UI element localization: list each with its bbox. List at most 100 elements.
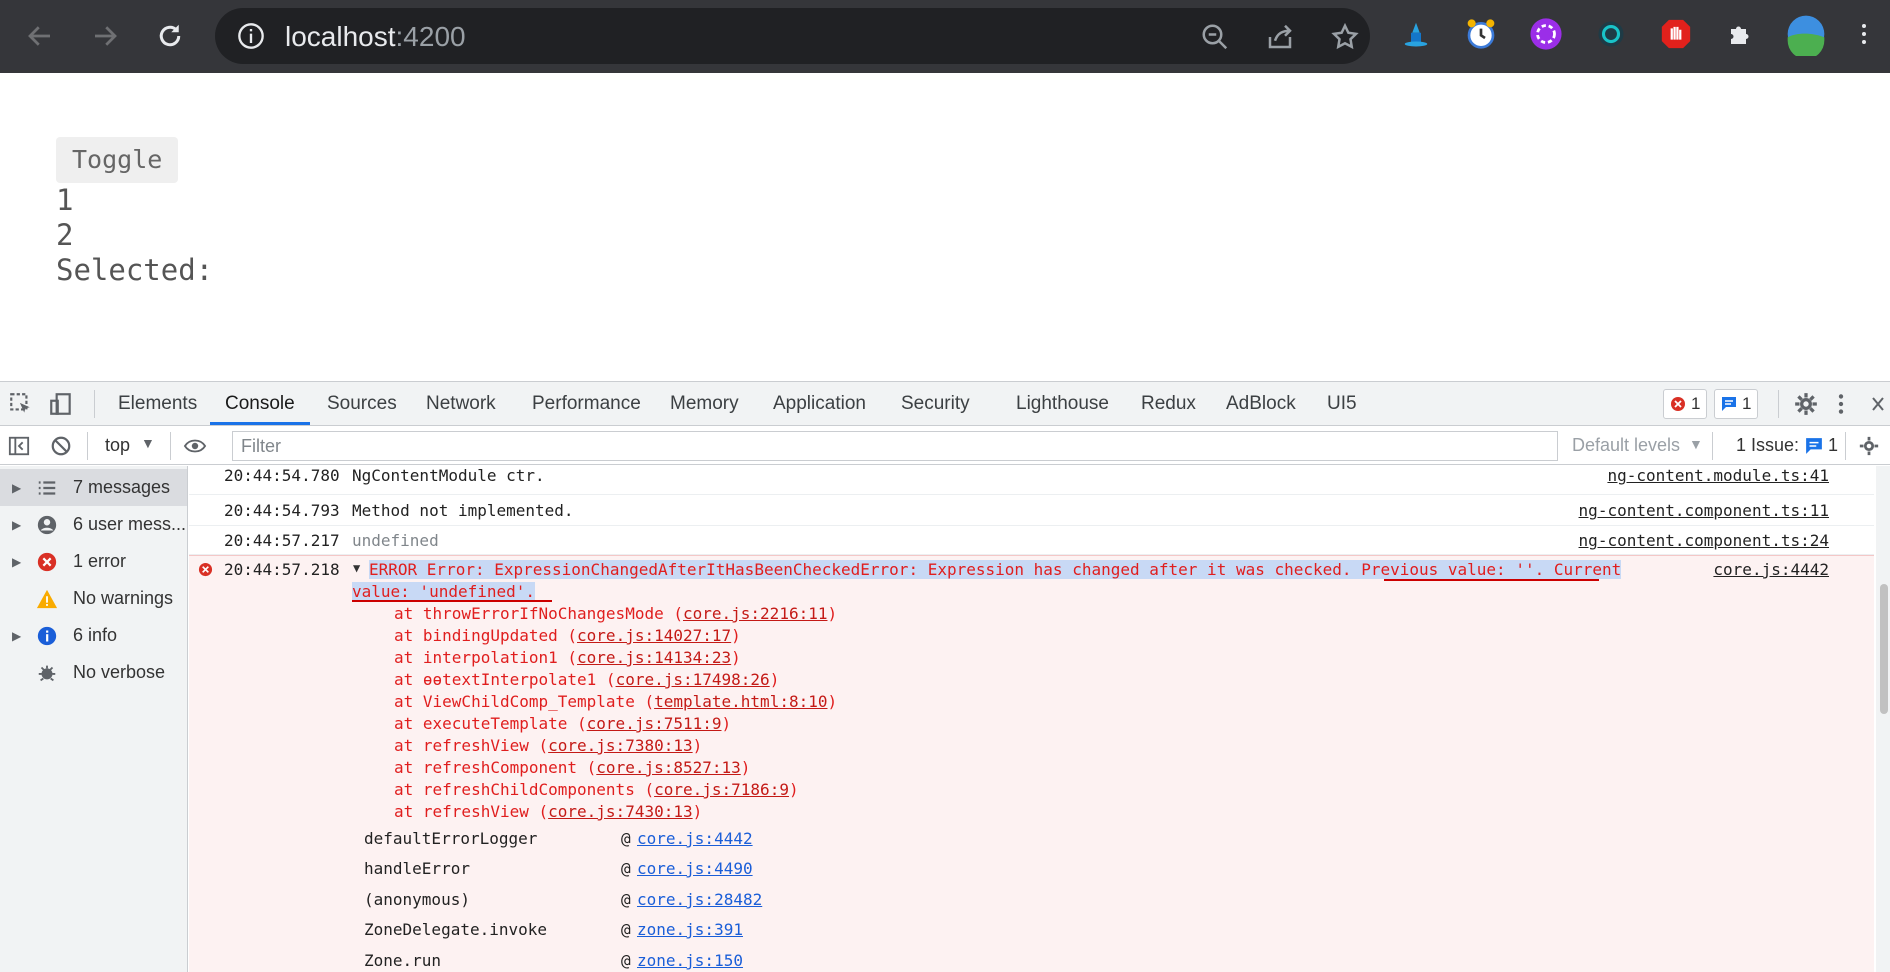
share-icon[interactable] [1265, 22, 1295, 52]
tab-application[interactable]: Application [773, 393, 866, 415]
message-source-link[interactable]: ng-content.component.ts:24 [1579, 531, 1829, 550]
stack-frame: at refreshView (core.js:7380:13) [394, 736, 702, 755]
stack-link[interactable]: core.js:14027:17 [577, 626, 731, 645]
console-output: 20:44:54.780 NgContentModule ctr. ng-con… [189, 466, 1889, 972]
error-text-current: value: 'undefined'. [352, 582, 536, 601]
extension-lighthouse-icon[interactable] [1396, 14, 1436, 54]
extension-teal-icon[interactable] [1591, 14, 1631, 54]
message-count: 1 [1742, 394, 1752, 413]
sidebar-toggle-icon[interactable] [8, 435, 30, 457]
message-source-link[interactable]: ng-content.component.ts:11 [1579, 501, 1829, 520]
stack-end: ) [827, 692, 838, 711]
console-filter-input[interactable] [232, 431, 1558, 461]
extension-clock-icon[interactable] [1461, 14, 1501, 54]
tab-elements[interactable]: Elements [118, 393, 197, 415]
stack-link[interactable]: core.js:14134:23 [577, 648, 731, 667]
filter-divider [170, 432, 171, 460]
expand-arrow-icon[interactable]: ▶ [12, 481, 21, 495]
error-message[interactable]: 20:44:57.218 ▼ ERROR Error: ExpressionCh… [189, 555, 1874, 972]
stack-fn: at refreshView ( [394, 802, 549, 821]
profile-avatar[interactable] [1786, 14, 1826, 56]
close-devtools-icon[interactable] [1870, 391, 1886, 417]
forward-button[interactable] [87, 18, 123, 54]
selected-label: Selected: [56, 253, 214, 287]
tab-memory[interactable]: Memory [670, 393, 739, 415]
zoom-out-icon[interactable] [1200, 22, 1230, 52]
tab-lighthouse[interactable]: Lighthouse [1016, 393, 1109, 415]
bookmark-star-icon[interactable] [1330, 22, 1360, 52]
tab-performance[interactable]: Performance [532, 393, 641, 415]
extensions-puzzle-icon[interactable] [1721, 14, 1761, 54]
console-settings-icon[interactable] [1858, 435, 1880, 457]
extension-adblock-icon[interactable] [1656, 14, 1696, 54]
async-link[interactable]: core.js:4490 [637, 859, 753, 878]
stack-link[interactable]: core.js:7186:9 [654, 780, 789, 799]
tab-sources[interactable]: Sources [327, 393, 397, 415]
sidebar-item-label: No verbose [73, 662, 166, 682]
console-message[interactable]: 20:44:57.217 undefined ng-content.compon… [189, 526, 1874, 555]
sidebar-item-user-messages[interactable]: ▶ 6 user mess... [0, 506, 187, 543]
site-info-icon[interactable] [237, 22, 265, 50]
async-link[interactable]: core.js:28482 [637, 890, 762, 909]
async-at: @ [621, 920, 631, 939]
default-levels-dropdown[interactable]: Default levels [1572, 435, 1680, 456]
stack-link[interactable]: core.js:17498:26 [616, 670, 770, 689]
scrollbar-thumb[interactable] [1880, 584, 1888, 714]
tab-console[interactable]: Console [225, 393, 295, 415]
info-icon [37, 626, 57, 646]
stack-link[interactable]: core.js:2216:11 [683, 604, 828, 623]
address-bar[interactable]: localhost:4200 [215, 8, 1370, 64]
async-link[interactable]: core.js:4442 [637, 829, 753, 848]
console-message[interactable]: 20:44:54.780 NgContentModule ctr. ng-con… [189, 466, 1874, 495]
sidebar-item-label: 1 error [73, 551, 127, 571]
device-toolbar-icon[interactable] [48, 391, 74, 417]
stack-link[interactable]: core.js:8527:13 [596, 758, 741, 777]
back-button[interactable] [22, 18, 58, 54]
sidebar-item-info[interactable]: ▶ 6 info [0, 617, 187, 654]
reload-button[interactable] [152, 18, 188, 54]
sidebar-item-errors[interactable]: ▶ 1 error [0, 543, 187, 580]
context-selector[interactable]: top [105, 435, 130, 456]
inspect-element-icon[interactable] [8, 391, 34, 417]
stack-link[interactable]: template.html:8:10 [654, 692, 827, 711]
expand-arrow-icon[interactable]: ▶ [12, 629, 21, 643]
async-fn: Zone.run [364, 951, 442, 970]
expand-arrow-icon[interactable]: ▶ [12, 518, 21, 532]
console-scrollbar[interactable] [1876, 466, 1890, 972]
browser-menu-icon[interactable] [1854, 14, 1874, 54]
tab-network[interactable]: Network [426, 393, 496, 415]
filter-divider [1845, 432, 1846, 460]
message-source-link[interactable]: ng-content.module.ts:41 [1607, 466, 1829, 485]
stack-link[interactable]: core.js:7380:13 [548, 736, 693, 755]
tab-redux[interactable]: Redux [1141, 393, 1196, 415]
issues-label[interactable]: 1 Issue: [1736, 435, 1799, 456]
stack-link[interactable]: core.js:7511:9 [587, 714, 722, 733]
levels-dropdown-icon[interactable]: ▼ [1689, 436, 1703, 452]
async-link[interactable]: zone.js:150 [637, 951, 743, 970]
stack-link[interactable]: core.js:7430:13 [548, 802, 693, 821]
error-count-badge[interactable]: 1 [1663, 389, 1708, 419]
error-source-link[interactable]: core.js:4442 [1713, 560, 1829, 579]
async-link[interactable]: zone.js:391 [637, 920, 743, 939]
error-icon [198, 562, 213, 577]
message-count-badge[interactable]: 1 [1714, 389, 1759, 419]
context-dropdown-icon[interactable]: ▼ [141, 435, 155, 451]
sidebar-item-verbose[interactable]: No verbose [0, 654, 187, 691]
live-expression-eye-icon[interactable] [182, 435, 208, 457]
tab-adblock[interactable]: AdBlock [1226, 393, 1296, 415]
sidebar-item-warnings[interactable]: No warnings [0, 580, 187, 617]
expand-arrow-icon[interactable]: ▶ [12, 555, 21, 569]
devtools-menu-icon[interactable] [1836, 391, 1846, 417]
console-message[interactable]: 20:44:54.793 Method not implemented. ng-… [189, 495, 1874, 526]
clear-console-icon[interactable] [50, 435, 72, 457]
tab-security[interactable]: Security [901, 393, 970, 415]
reload-icon [159, 24, 181, 47]
collapse-arrow-icon[interactable]: ▼ [353, 561, 360, 575]
tab-ui5[interactable]: UI5 [1327, 393, 1357, 415]
toggle-button[interactable]: Toggle [56, 137, 179, 183]
extension-purple-icon[interactable] [1526, 14, 1566, 54]
sidebar-item-messages[interactable]: ▶ 7 messages [0, 469, 187, 506]
stack-end: ) [731, 648, 741, 667]
settings-gear-icon[interactable] [1793, 391, 1819, 417]
async-fn: defaultErrorLogger [364, 829, 538, 848]
